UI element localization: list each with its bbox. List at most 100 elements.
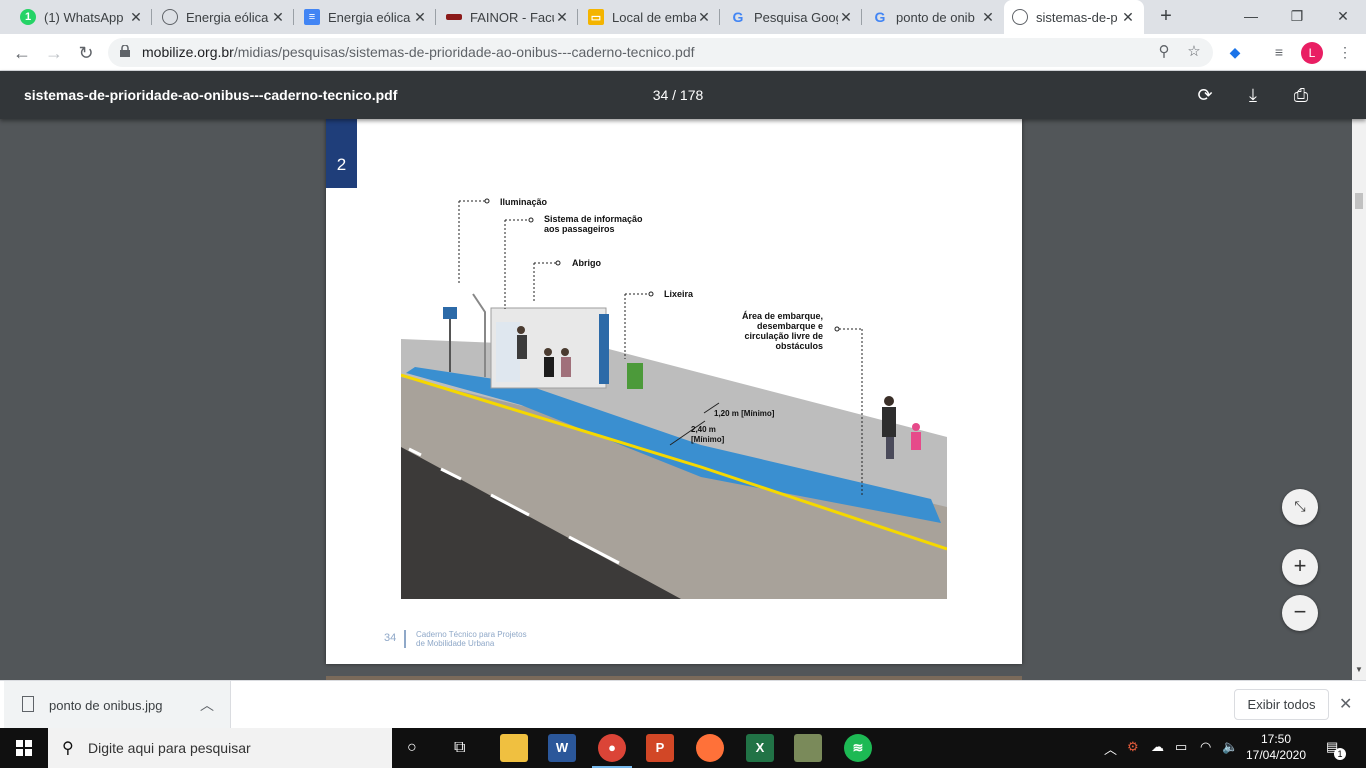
bookmark-star-icon[interactable]: ☆	[1184, 42, 1204, 62]
zoom-out-button[interactable]: −	[1282, 595, 1318, 631]
maximize-button[interactable]: ❐	[1274, 0, 1320, 34]
chevron-up-icon[interactable]: ︿	[1104, 739, 1117, 758]
label-line: 2,40 m	[691, 425, 716, 434]
tab-ponto-de-onibus[interactable]: G ponto de onib ✕	[864, 0, 1004, 34]
wifi-icon[interactable]: ◠	[1200, 739, 1211, 755]
fit-page-button[interactable]: ⤡	[1282, 489, 1318, 525]
taskbar-chrome[interactable]: ●	[588, 728, 636, 768]
close-download-bar-icon[interactable]: ✕	[1339, 694, 1352, 714]
tab-separator	[151, 9, 152, 25]
windows-taskbar: ⚲ Digite aqui para pesquisar ○ ⧉ W ● P X…	[0, 728, 1366, 768]
close-tab-icon[interactable]: ✕	[412, 9, 428, 26]
antivirus-icon[interactable]: ⚙	[1127, 739, 1139, 755]
tab-whatsapp[interactable]: 1 (1) WhatsApp ✕	[12, 0, 152, 34]
pdf-page: 2 Iluminação Sistema de informação aos p…	[326, 119, 1022, 664]
new-tab-button[interactable]: +	[1154, 5, 1178, 29]
scroll-thumb[interactable]	[1355, 193, 1363, 209]
chevron-up-icon[interactable]: ︿	[200, 695, 214, 715]
taskbar-file-explorer[interactable]	[490, 728, 538, 768]
cloud-icon[interactable]: ☁	[1151, 739, 1164, 755]
close-tab-icon[interactable]: ✕	[838, 9, 854, 26]
tab-title: Pesquisa Goog	[754, 9, 838, 25]
taskbar-powerpoint[interactable]: P	[636, 728, 684, 768]
menu-icon[interactable]: ⋮	[1335, 42, 1355, 62]
reload-button[interactable]: ↻	[72, 39, 100, 67]
tab-fainor[interactable]: FAINOR - Facu ✕	[438, 0, 578, 34]
tab-energia-eolica-1[interactable]: Energia eólica ✕	[154, 0, 294, 34]
taskbar-excel[interactable]: X	[736, 728, 784, 768]
taskbar-photo-app[interactable]	[784, 728, 832, 768]
pedestrian-adult	[882, 407, 896, 437]
label-area-embarque: Área de embarque, desembarque e circulaç…	[723, 311, 823, 351]
cortana-icon[interactable]: ○	[407, 739, 417, 757]
close-tab-icon[interactable]: ✕	[128, 9, 144, 26]
footer-divider	[404, 630, 406, 648]
volume-icon[interactable]: 🔈	[1222, 739, 1238, 755]
minimize-button[interactable]: —	[1228, 0, 1274, 34]
task-view-icon[interactable]: ⧉	[454, 739, 465, 757]
trash-bin	[627, 363, 643, 389]
chrome-icon: ●	[598, 734, 626, 762]
search-placeholder: Digite aqui para pesquisar	[88, 740, 251, 756]
forward-button[interactable]: →	[40, 39, 68, 67]
chapter-tab: 2	[326, 119, 357, 188]
tab-local-de-embarque[interactable]: ▭ Local de emba ✕	[580, 0, 720, 34]
docs-icon: ≡	[304, 9, 320, 25]
extension-icon[interactable]: ◆	[1225, 42, 1245, 62]
pdf-viewer[interactable]: 2 Iluminação Sistema de informação aos p…	[0, 119, 1352, 680]
tab-energia-eolica-2[interactable]: ≡ Energia eólica ✕	[296, 0, 436, 34]
pdf-title: sistemas-de-prioridade-ao-onibus---cader…	[24, 87, 398, 103]
scrollbar[interactable]: ▲ ▼	[1352, 71, 1366, 680]
close-tab-icon[interactable]: ✕	[270, 9, 286, 26]
media-control-icon[interactable]: ≡	[1269, 42, 1289, 62]
taskbar-word[interactable]: W	[538, 728, 586, 768]
scroll-down-icon[interactable]: ▼	[1352, 665, 1366, 674]
google-icon: G	[732, 9, 744, 25]
close-tab-icon[interactable]: ✕	[554, 9, 570, 26]
label-line: Área de embarque,	[741, 311, 823, 321]
url-text: mobilize.org.br/midias/pesquisas/sistema…	[142, 44, 695, 60]
label-line: Sistema de informação	[544, 214, 643, 224]
download-item[interactable]: ponto de onibus.jpg ︿	[4, 681, 231, 729]
tab-pesquisa-google[interactable]: G Pesquisa Goog ✕	[722, 0, 862, 34]
print-icon[interactable]: ⎙	[1289, 83, 1313, 107]
download-bar: ponto de onibus.jpg ︿ Exibir todos ✕	[0, 680, 1366, 729]
taskbar-search-box[interactable]: ⚲ Digite aqui para pesquisar	[48, 728, 392, 768]
fainor-icon	[446, 14, 462, 20]
tab-title: FAINOR - Facu	[470, 9, 554, 25]
tab-separator	[293, 9, 294, 25]
url-domain: mobilize.org.br	[142, 44, 234, 60]
close-tab-icon[interactable]: ✕	[696, 9, 712, 26]
tab-title: Local de emba	[612, 9, 696, 25]
bus-stop-illustration	[401, 187, 947, 599]
download-icon[interactable]: ⤓	[1241, 83, 1265, 107]
label-line: circulação livre de	[744, 331, 823, 341]
label-line: aos passageiros	[544, 224, 615, 234]
close-tab-icon[interactable]: ✕	[980, 9, 996, 26]
avatar[interactable]: L	[1301, 42, 1323, 64]
tab-title: Energia eólica	[186, 9, 269, 25]
zoom-in-button[interactable]: +	[1282, 549, 1318, 585]
page-number: 34	[384, 632, 397, 644]
file-icon	[22, 696, 34, 712]
battery-icon[interactable]: ▭	[1175, 739, 1187, 755]
taskbar-spotify[interactable]: ≋	[834, 728, 882, 768]
rotate-icon[interactable]: ⟳	[1193, 83, 1217, 107]
close-window-button[interactable]: ✕	[1320, 0, 1366, 34]
windows-start-icon[interactable]	[0, 728, 48, 768]
address-bar[interactable]: mobilize.org.br/midias/pesquisas/sistema…	[108, 38, 1213, 67]
system-clock[interactable]: 17:50 17/04/2020	[1245, 731, 1307, 763]
page-indicator[interactable]: 34 / 178	[620, 87, 736, 103]
footer-line: de Mobilidade Urbana	[416, 639, 495, 648]
spotify-icon: ≋	[844, 734, 872, 762]
footer-line: Caderno Técnico para Projetos	[416, 630, 527, 639]
zoom-icon[interactable]: ⚲	[1154, 42, 1174, 62]
back-button[interactable]: ←	[8, 39, 36, 67]
tab-sistemas-de-prioridade[interactable]: sistemas-de-p ✕	[1004, 0, 1144, 34]
show-all-button[interactable]: Exibir todos	[1234, 689, 1329, 720]
tab-separator	[577, 9, 578, 25]
powerpoint-icon: P	[646, 734, 674, 762]
taskbar-firefox[interactable]	[686, 728, 734, 768]
close-tab-icon[interactable]: ✕	[1120, 9, 1136, 26]
globe-icon	[1012, 9, 1028, 25]
